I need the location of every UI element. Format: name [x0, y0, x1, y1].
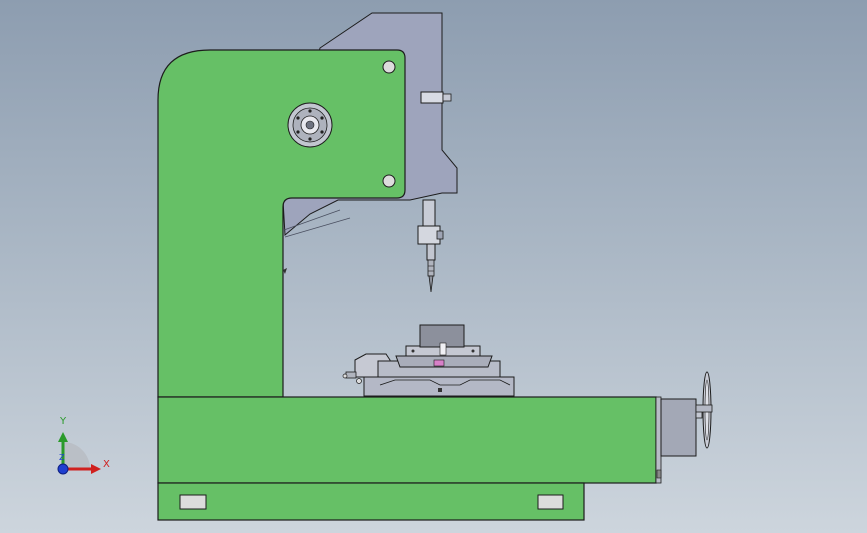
y-axis-label: Y	[60, 416, 67, 427]
z-axis-label: Z	[59, 453, 65, 462]
axis-triad	[57, 432, 101, 475]
cad-viewport[interactable]: Y X Z	[0, 0, 867, 533]
z-axis-dot	[57, 463, 69, 475]
x-axis-label: X	[103, 459, 110, 470]
